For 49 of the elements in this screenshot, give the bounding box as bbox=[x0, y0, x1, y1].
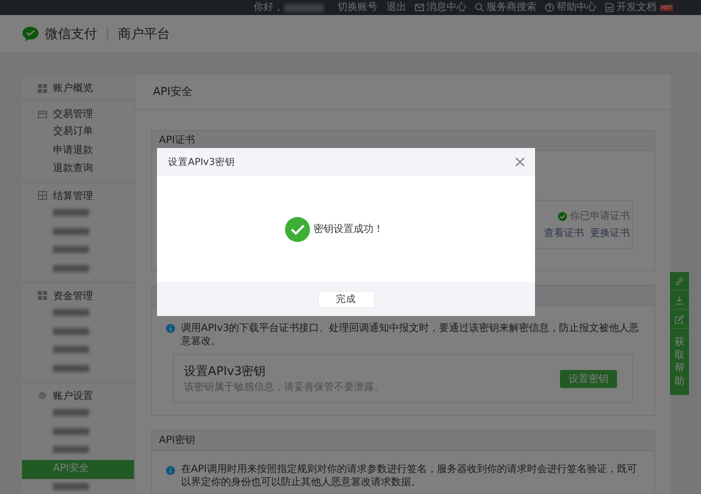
top-link[interactable]: 帮助中心 bbox=[545, 0, 596, 15]
top-link[interactable]: 切换账号 bbox=[337, 0, 378, 15]
top-link[interactable]: 服务商搜索 bbox=[475, 0, 536, 15]
sidebar-item[interactable]: 交易订单 bbox=[22, 123, 134, 142]
close-icon[interactable] bbox=[515, 157, 525, 167]
sidebar-group-title[interactable]: 结算管理 bbox=[22, 186, 134, 204]
mail-icon bbox=[415, 3, 424, 12]
chat-bubble-logo-icon bbox=[22, 26, 39, 42]
get-help-button[interactable]: 获取帮助 bbox=[670, 329, 689, 395]
sidebar-group-title[interactable]: 资金管理 bbox=[22, 286, 134, 304]
grid-icon bbox=[38, 84, 47, 92]
sidebar-group-title[interactable]: 交易管理 bbox=[22, 105, 134, 123]
sidebar-group-title[interactable]: 账户概览 bbox=[22, 79, 134, 97]
info-text: 调用APIv3的下载平台证书接口、处理回调通知中报文时，要通过该密钥来解密信息，防止报文被他人恶意篡改。 bbox=[181, 322, 640, 348]
sidebar-group-title[interactable]: 账户设置 bbox=[22, 386, 134, 404]
brand-name: 微信支付 bbox=[45, 26, 97, 42]
settings-icon bbox=[38, 391, 47, 400]
sidebar-item[interactable]: 退款查询 bbox=[22, 160, 134, 178]
document-icon bbox=[605, 3, 614, 12]
box-title: 设置APIv3密钥 bbox=[184, 363, 267, 380]
search-icon bbox=[475, 3, 484, 12]
redacted-username bbox=[284, 4, 324, 12]
certificate-link[interactable]: 更换证书 bbox=[590, 226, 630, 240]
check-icon bbox=[558, 212, 567, 220]
edit-icon bbox=[675, 314, 684, 324]
card-title: API密钥 bbox=[152, 431, 654, 451]
info-text: 在API调用时用来按照指定规则对你的请求参数进行签名，服务器收到你的请求时会进行签名验证，既可以界定你的身份也可以防止其他人恶意篡改请求数据。 bbox=[181, 464, 638, 489]
page-title: API安全 bbox=[135, 75, 671, 110]
dialog-title: 设置APIv3密钥 bbox=[168, 156, 235, 168]
certificate-link[interactable]: 查看证书 bbox=[544, 226, 584, 240]
card-icon bbox=[38, 110, 47, 118]
info-icon bbox=[166, 466, 175, 475]
grid-icon bbox=[38, 291, 47, 300]
sidebar-item[interactable]: API安全 bbox=[22, 460, 134, 478]
top-link[interactable]: 退出 bbox=[386, 0, 406, 15]
greeting-text: 你好， bbox=[253, 1, 284, 15]
success-message: 密钥设置成功！ bbox=[314, 222, 384, 236]
top-link[interactable]: 消息中心 bbox=[415, 0, 466, 15]
download-icon bbox=[675, 296, 684, 304]
done-button[interactable]: 完成 bbox=[318, 290, 374, 308]
set-key-button[interactable]: 设置密钥 bbox=[560, 370, 617, 388]
info-icon bbox=[166, 324, 175, 333]
sidebar-item[interactable]: 申请退款 bbox=[22, 142, 134, 160]
certificate-status: 你已申请证书 bbox=[558, 209, 630, 223]
success-check-icon bbox=[284, 216, 310, 242]
product-name: 商户平台 bbox=[118, 26, 170, 42]
help-icon bbox=[545, 3, 554, 12]
table-icon bbox=[38, 191, 47, 200]
link-icon bbox=[675, 276, 684, 286]
